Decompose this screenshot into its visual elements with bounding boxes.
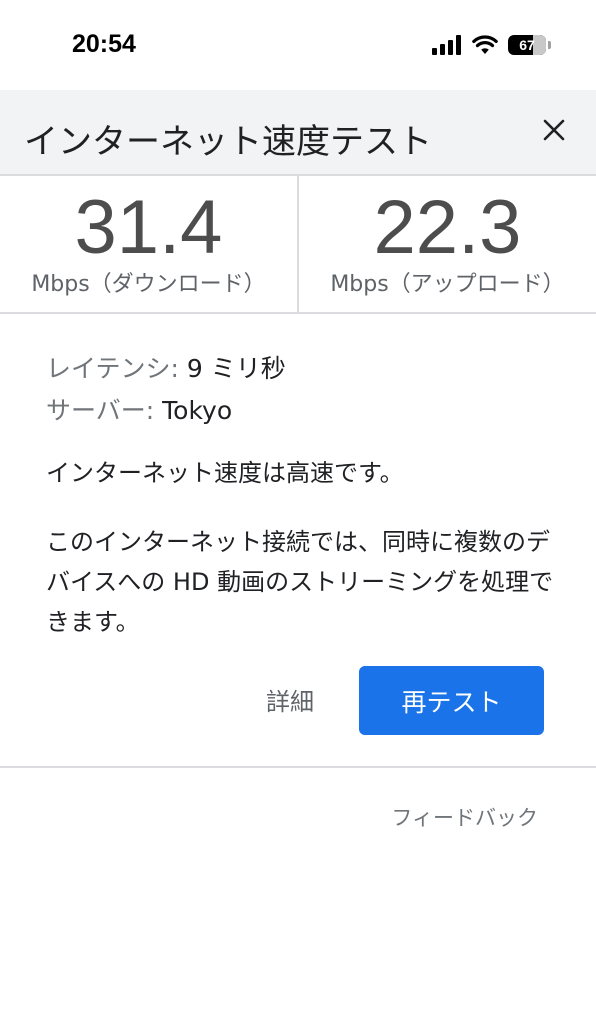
speed-message: インターネット速度は高速です。 (46, 459, 404, 487)
battery-level: 67 (519, 37, 535, 53)
close-button[interactable] (534, 110, 574, 150)
wifi-icon (472, 35, 498, 54)
status-bar: 20:54 67 (0, 0, 596, 90)
status-icons: 67 (432, 33, 551, 57)
speed-description: このインターネット接続では、同時に複数のデバイスへの HD 動画のストリーミング… (46, 528, 554, 636)
feedback-link[interactable]: フィードバック (391, 802, 538, 832)
server-row: サーバー: Tokyo (46, 390, 556, 432)
download-value: 31.4 (74, 185, 223, 270)
upload-value: 22.3 (373, 185, 522, 270)
test-info: レイテンシ: 9 ミリ秒 サーバー: Tokyo (46, 348, 556, 432)
divider (0, 766, 596, 768)
latency-label: レイテンシ: (46, 354, 179, 383)
details-link[interactable]: 詳細 (266, 682, 314, 717)
header: インターネット速度テスト (0, 90, 596, 176)
signal-icon (432, 35, 461, 55)
download-unit: Mbps（ダウンロード） (31, 272, 266, 297)
server-label: サーバー: (46, 396, 155, 425)
status-time: 20:54 (72, 30, 136, 58)
download-speed: 31.4 Mbps（ダウンロード） (0, 176, 299, 312)
page-title: インターネット速度テスト (24, 122, 432, 162)
latency-row: レイテンシ: 9 ミリ秒 (46, 348, 556, 390)
close-icon (543, 119, 565, 141)
latency-value: 9 ミリ秒 (186, 354, 286, 383)
retest-button[interactable]: 再テスト (359, 666, 544, 735)
server-value: Tokyo (162, 396, 233, 425)
upload-unit: Mbps（アップロード） (330, 272, 565, 297)
battery-icon: 67 (508, 35, 551, 55)
upload-speed: 22.3 Mbps（アップロード） (299, 176, 596, 312)
speed-results: 31.4 Mbps（ダウンロード） 22.3 Mbps（アップロード） (0, 176, 596, 314)
